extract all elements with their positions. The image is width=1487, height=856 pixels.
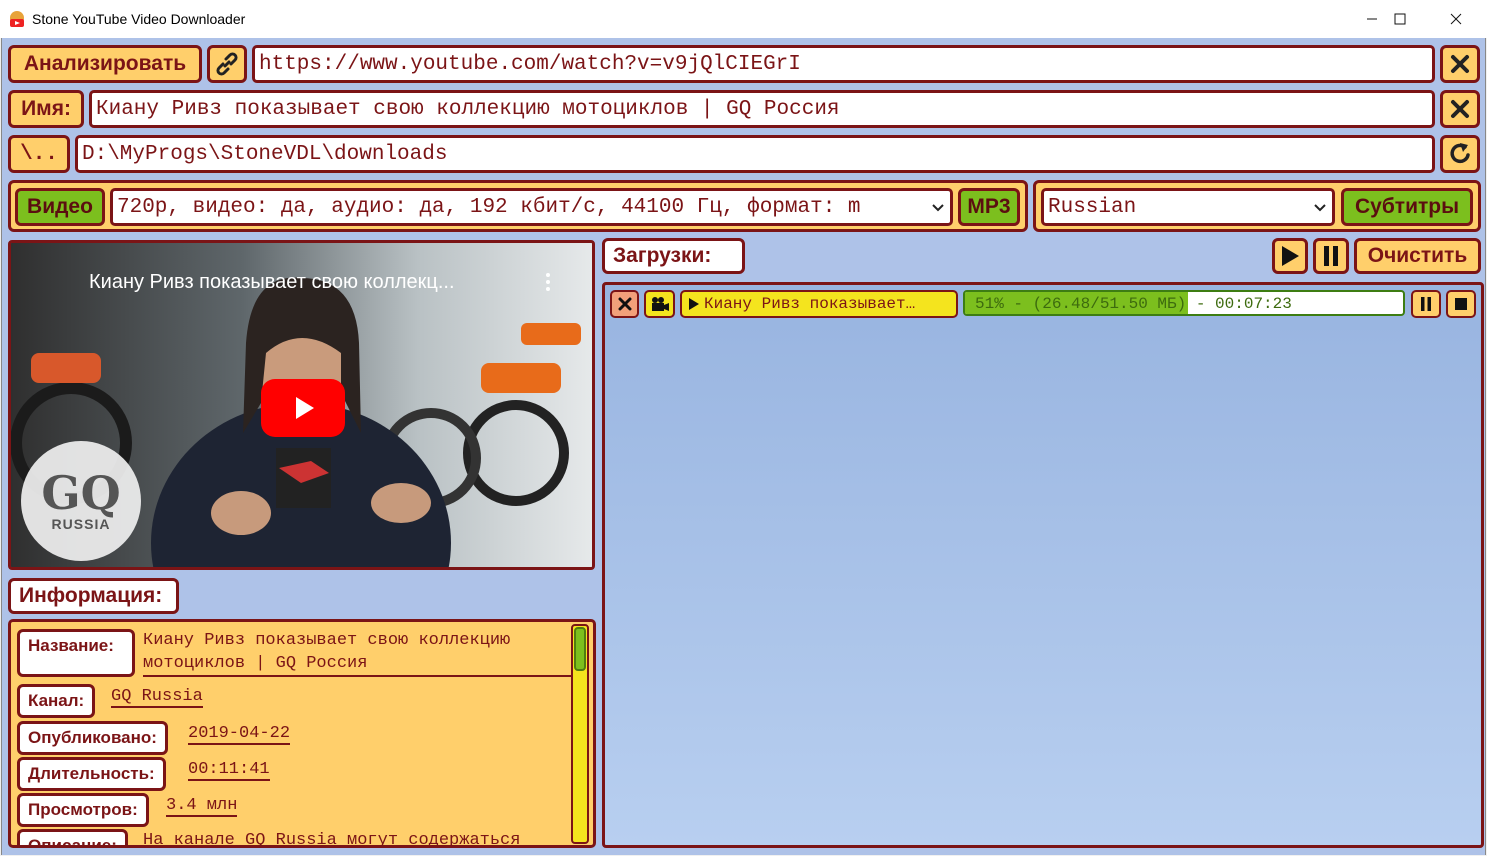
logo-main: GQ bbox=[41, 466, 121, 520]
close-icon bbox=[618, 297, 631, 311]
close-icon bbox=[1450, 13, 1462, 25]
more-options-icon[interactable] bbox=[546, 273, 550, 294]
info-label-title: Название: bbox=[17, 629, 135, 677]
info-value-views: 3.4 млн bbox=[166, 794, 238, 817]
info-heading: Информация: bbox=[8, 578, 179, 614]
views-value: 3.4 млн bbox=[166, 796, 238, 817]
gq-russia-logo: GQ RUSSIA bbox=[21, 441, 141, 561]
clear-name-button[interactable] bbox=[1440, 90, 1480, 128]
info-label-channel: Канал: bbox=[17, 684, 96, 718]
play-video-button[interactable] bbox=[261, 379, 345, 437]
play-icon bbox=[689, 298, 699, 310]
info-label-duration: Длительность: bbox=[17, 757, 166, 791]
channel-link[interactable]: GQ Russia bbox=[111, 687, 203, 708]
close-icon bbox=[1451, 100, 1469, 118]
download-progress-bar: 51% - (26.48/51.50 МБ) - 00:07:23 bbox=[963, 290, 1405, 316]
close-window-button[interactable] bbox=[1433, 0, 1479, 38]
video-button[interactable]: Видео bbox=[15, 188, 105, 226]
info-panel[interactable]: Название: Киану Ривз показывает свою кол… bbox=[8, 619, 596, 848]
link-icon bbox=[216, 52, 238, 76]
close-icon bbox=[1451, 55, 1469, 73]
pause-icon bbox=[1324, 246, 1338, 266]
app-icon bbox=[10, 11, 24, 27]
download-type-button[interactable] bbox=[644, 290, 675, 318]
subtitles-button[interactable]: Субтитры bbox=[1341, 188, 1473, 226]
info-value-title-line2: мотоциклов | GQ Россия bbox=[143, 654, 368, 673]
download-item-title[interactable]: Киану Ривз показывает… bbox=[680, 290, 958, 318]
subtitle-language-value: Russian bbox=[1048, 195, 1137, 219]
video-title-overlay: Киану Ривз показывает свою коллекц... bbox=[89, 271, 455, 293]
maximize-button[interactable] bbox=[1377, 0, 1423, 38]
folder-input[interactable]: D:\MyProgs\StoneVDL\downloads bbox=[75, 135, 1435, 173]
logo-sub: RUSSIA bbox=[51, 516, 111, 532]
analyze-button[interactable]: Анализировать bbox=[8, 45, 202, 83]
info-value-duration: 00:11:41 bbox=[188, 758, 270, 781]
info-value-description: На канале GQ Russia могут содержаться bbox=[143, 831, 521, 848]
mp3-button[interactable]: MP3 bbox=[958, 188, 1020, 226]
video-preview[interactable]: Киану Ривз показывает свою коллекц... GQ… bbox=[8, 240, 595, 570]
download-progress-text: 51% - (26.48/51.50 МБ) - 00:07:23 bbox=[975, 295, 1292, 313]
filename-input[interactable]: Киану Ривз показывает свою коллекцию мот… bbox=[89, 90, 1435, 128]
downloads-heading: Загрузки: bbox=[602, 238, 745, 274]
stop-download-button[interactable] bbox=[1446, 290, 1476, 318]
window-title: Stone YouTube Video Downloader bbox=[32, 11, 246, 27]
subtitle-language-select[interactable]: Russian bbox=[1041, 188, 1335, 226]
info-label-description: Описание: bbox=[17, 829, 128, 845]
info-value-title: Киану Ривз показывает свою коллекцию мот… bbox=[143, 629, 571, 677]
paste-link-button[interactable] bbox=[207, 45, 247, 83]
format-select[interactable]: 720p, видео: да, аудио: да, 192 кбит/с, … bbox=[110, 188, 953, 226]
video-camera-icon bbox=[651, 297, 669, 311]
downloads-list bbox=[602, 282, 1484, 848]
url-input[interactable]: https://www.youtube.com/watch?v=v9jQlCIE… bbox=[252, 45, 1435, 83]
refresh-icon bbox=[1450, 143, 1470, 164]
download-title-text: Киану Ривз показывает… bbox=[704, 295, 916, 313]
published-date: 2019-04-22 bbox=[188, 724, 291, 745]
browse-folder-button[interactable]: \.. bbox=[8, 135, 70, 173]
clear-downloads-button[interactable]: Очистить bbox=[1354, 238, 1481, 274]
info-scrollbar[interactable] bbox=[571, 624, 589, 844]
maximize-icon bbox=[1394, 13, 1406, 25]
reset-folder-button[interactable] bbox=[1440, 135, 1480, 173]
info-value-published: 2019-04-22 bbox=[188, 722, 291, 745]
info-label-views: Просмотров: bbox=[17, 793, 149, 827]
name-button[interactable]: Имя: bbox=[8, 90, 84, 128]
chevron-down-icon bbox=[932, 204, 944, 212]
start-all-button[interactable] bbox=[1272, 238, 1308, 274]
info-label-published: Опубликовано: bbox=[17, 721, 168, 755]
play-icon bbox=[1282, 246, 1299, 266]
info-scrollbar-thumb[interactable] bbox=[574, 627, 586, 671]
clear-url-button[interactable] bbox=[1440, 45, 1480, 83]
pause-all-button[interactable] bbox=[1313, 238, 1349, 274]
remove-download-button[interactable] bbox=[610, 290, 639, 318]
chevron-down-icon bbox=[1314, 204, 1326, 212]
pause-icon bbox=[1421, 297, 1431, 311]
info-value-title-line1: Киану Ривз показывает свою коллекцию bbox=[143, 631, 511, 650]
pause-download-button[interactable] bbox=[1411, 290, 1441, 318]
stop-icon bbox=[1455, 298, 1467, 310]
info-value-channel: GQ Russia bbox=[111, 685, 203, 708]
duration-value: 00:11:41 bbox=[188, 760, 270, 781]
format-select-value: 720p, видео: да, аудио: да, 192 кбит/с, … bbox=[117, 195, 861, 219]
title-bar: Stone YouTube Video Downloader bbox=[0, 0, 1487, 38]
play-icon bbox=[296, 397, 314, 419]
